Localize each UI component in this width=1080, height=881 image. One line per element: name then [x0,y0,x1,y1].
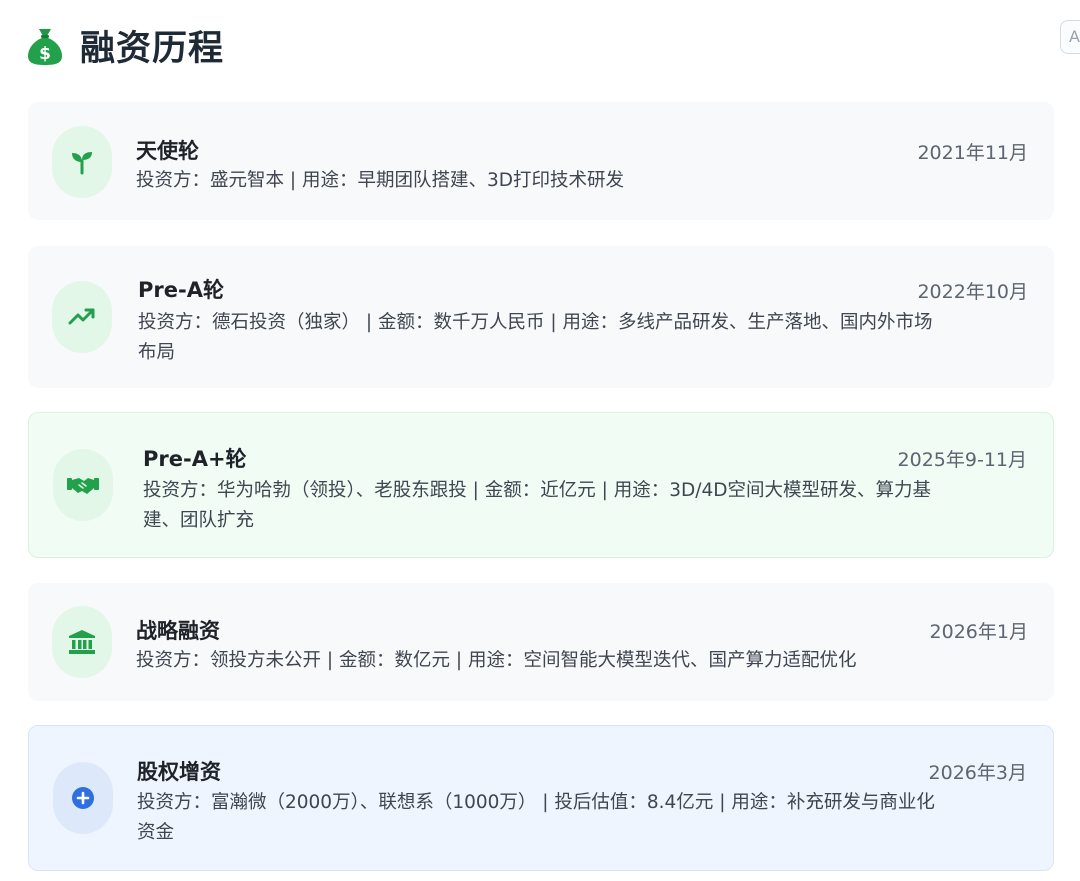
round-title: Pre-A轮 [138,278,224,302]
page-title: 融资历程 [80,29,225,69]
handshake-icon [67,478,99,494]
round-icon-badge [53,449,113,521]
funding-history-page: $ 融资历程 A 天使轮 2021年11月 投资方：盛元智本 | 用途：早期团队… [0,0,1080,881]
round-icon-badge [52,281,112,353]
round-description-line: 投资方：德石投资（独家） | 金额：数千万人民币 | 用途：多线产品研发、生产落… [138,312,933,333]
funding-round-card: 股权增资 2026年3月 投资方：富瀚微（2000万）、联想系（1000万） |… [28,725,1054,871]
round-title: 股权增资 [137,760,221,784]
bank-icon [69,630,95,654]
seedling-icon [72,152,92,175]
section-header: $ 融资历程 [26,20,224,71]
round-title: 战略融资 [136,619,220,643]
round-description-line: 投资方：华为哈勃（领投）、老股东跟投 | 金额：近亿元 | 用途：3D/4D空间… [143,480,932,501]
svg-text:$: $ [39,44,51,64]
funding-round-card: Pre-A+轮 2025年9-11月 投资方：华为哈勃（领投）、老股东跟投 | … [28,412,1054,558]
round-date: 2026年3月 [928,762,1027,784]
round-description: 投资方：富瀚微（2000万）、联想系（1000万） | 投后估值：8.4亿元 |… [137,788,935,848]
round-title: Pre-A+轮 [143,447,247,471]
round-icon-badge [52,606,112,678]
round-description: 投资方：领投方未公开 | 金额：数亿元 | 用途：空间智能大模型迭代、国产算力适… [136,650,857,671]
round-description-line: 建、团队扩充 [143,510,255,531]
round-description: 投资方：华为哈勃（领投）、老股东跟投 | 金额：近亿元 | 用途：3D/4D空间… [143,476,931,536]
round-icon-badge [52,126,112,198]
funding-round-card: 战略融资 2026年1月 投资方：领投方未公开 | 金额：数亿元 | 用途：空间… [28,583,1054,701]
trending-up-icon [68,308,95,325]
money-bag-icon: $ [28,28,62,65]
round-description-line: 资金 [137,822,175,843]
round-description: 投资方：德石投资（独家） | 金额：数千万人民币 | 用途：多线产品研发、生产落… [138,308,933,368]
funding-round-card: Pre-A轮 2022年10月 投资方：德石投资（独家） | 金额：数千万人民币… [28,246,1054,388]
corner-button[interactable]: A [1060,20,1080,54]
round-date: 2026年1月 [929,621,1028,643]
round-description-line: 布局 [138,342,176,363]
round-description: 投资方：盛元智本 | 用途：早期团队搭建、3D打印技术研发 [136,170,625,191]
round-date: 2022年10月 [917,281,1028,303]
plus-circle-icon [72,787,94,809]
round-date: 2025年9-11月 [897,449,1027,471]
round-description-line: 投资方：富瀚微（2000万）、联想系（1000万） | 投后估值：8.4亿元 |… [137,792,935,813]
funding-round-card: 天使轮 2021年11月 投资方：盛元智本 | 用途：早期团队搭建、3D打印技术… [28,102,1054,220]
round-icon-badge [53,762,113,834]
round-date: 2021年11月 [917,142,1028,164]
round-title: 天使轮 [136,139,199,163]
